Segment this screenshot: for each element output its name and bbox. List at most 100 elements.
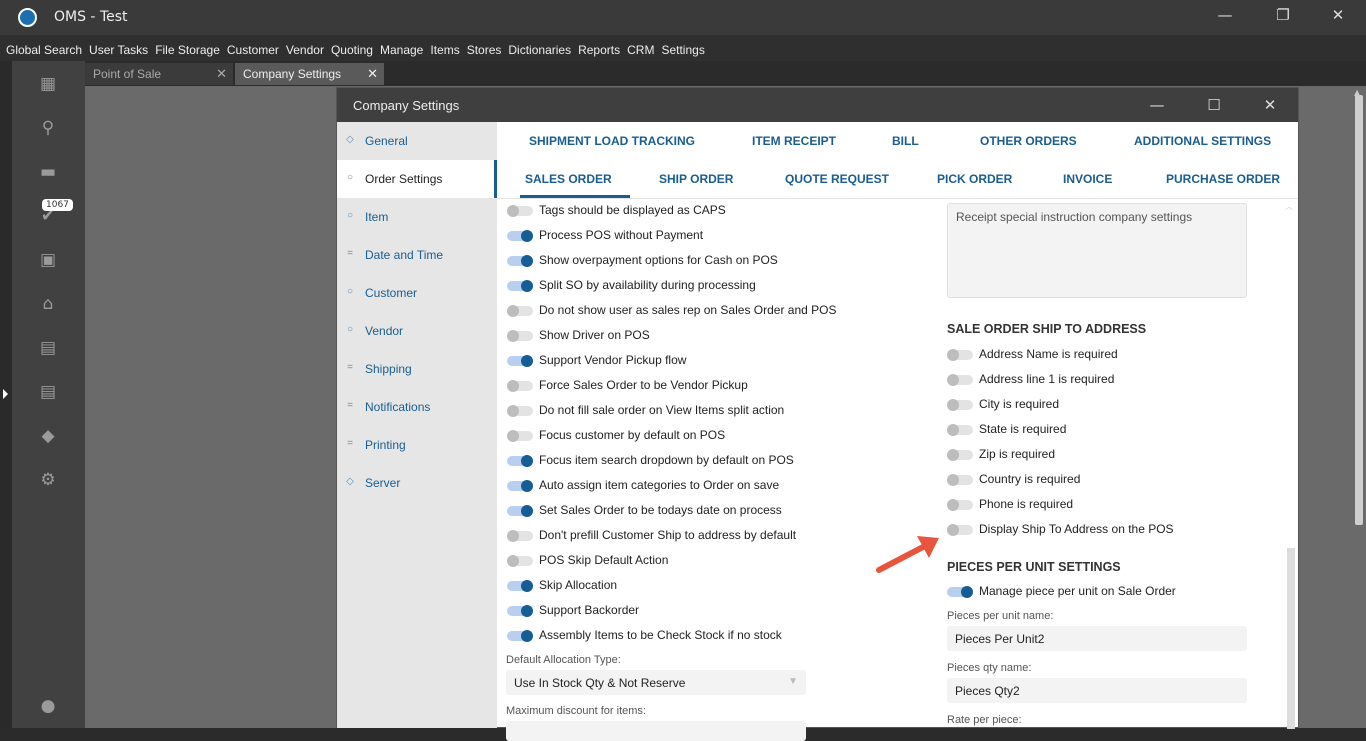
dialog-minimize-button[interactable]: — — [1142, 96, 1172, 114]
menu-item[interactable]: CRM — [627, 35, 654, 61]
toggle-switch[interactable] — [507, 505, 533, 517]
toggle-switch[interactable] — [507, 205, 533, 217]
toggle-switch[interactable] — [507, 555, 533, 567]
dashboard-icon[interactable]: ▦ — [38, 75, 58, 93]
setting-toggle-row[interactable]: Process POS without Payment — [507, 226, 907, 246]
toggle-switch[interactable] — [947, 474, 973, 486]
toggle-switch[interactable] — [507, 405, 533, 417]
menu-item[interactable]: Settings — [661, 35, 704, 61]
menu-item[interactable]: File Storage — [155, 35, 220, 61]
scroll-up-icon[interactable]: ▲ — [1354, 88, 1360, 97]
setting-toggle-row[interactable]: Skip Allocation — [507, 576, 907, 596]
nav-item[interactable]: ○ Order Settings — [337, 160, 497, 198]
ppu-toggle-row[interactable]: Manage piece per unit on Sale Order — [947, 582, 1247, 602]
setting-toggle-row[interactable]: Assembly Items to be Check Stock if no s… — [507, 626, 907, 646]
menu-item[interactable]: Reports — [578, 35, 620, 61]
toggle-switch[interactable] — [947, 399, 973, 411]
setting-toggle-row[interactable]: Auto assign item categories to Order on … — [507, 476, 907, 496]
content-scrollbar[interactable] — [1287, 548, 1295, 729]
toggle-switch[interactable] — [507, 530, 533, 542]
menu-item[interactable]: Customer — [227, 35, 279, 61]
settings-tab[interactable]: QUOTE REQUEST — [785, 172, 889, 186]
tab-company-settings[interactable]: Company Settings ✕ — [235, 63, 384, 85]
settings-tab[interactable]: BILL — [892, 134, 919, 148]
minimize-button[interactable]: — — [1210, 6, 1240, 24]
setting-toggle-row[interactable]: Don't prefill Customer Ship to address b… — [507, 526, 907, 546]
nav-item[interactable]: ○ Customer — [337, 274, 497, 312]
dialog-close-button[interactable]: ✕ — [1255, 96, 1285, 114]
receipt-instructions-textarea[interactable]: Receipt special instruction company sett… — [947, 203, 1247, 298]
toggle-switch[interactable] — [507, 330, 533, 342]
toggle-switch[interactable] — [507, 355, 533, 367]
menu-item[interactable]: Items — [430, 35, 459, 61]
ppu-name-input[interactable]: Pieces Per Unit2 — [947, 626, 1247, 651]
setting-toggle-row[interactable]: Show overpayment options for Cash on POS — [507, 251, 907, 271]
scroll-up-icon[interactable]: ︿ — [1285, 201, 1293, 212]
close-tab-icon[interactable]: ✕ — [216, 63, 227, 85]
menu-item[interactable]: Quoting — [331, 35, 373, 61]
settings-tab[interactable]: ITEM RECEIPT — [752, 134, 836, 148]
settings-tab[interactable]: SALES ORDER — [525, 172, 612, 186]
setting-toggle-row[interactable]: POS Skip Default Action — [507, 551, 907, 571]
setting-toggle-row[interactable]: Force Sales Order to be Vendor Pickup — [507, 376, 907, 396]
setting-toggle-row[interactable]: Support Backorder — [507, 601, 907, 621]
toggle-switch[interactable] — [947, 524, 973, 536]
toggle-switch[interactable] — [507, 580, 533, 592]
nav-item[interactable]: ◇ Server — [337, 464, 497, 502]
workspace-scrollbar[interactable] — [1355, 95, 1363, 525]
max-discount-input[interactable] — [506, 721, 806, 741]
settings-tab[interactable]: SHIP ORDER — [659, 172, 733, 186]
nav-item[interactable]: = Date and Time — [337, 236, 497, 274]
store-icon[interactable]: ⌂ — [38, 295, 58, 313]
tab-point-of-sale[interactable]: Point of Sale ✕ — [85, 63, 233, 85]
setting-toggle-row[interactable]: Do not fill sale order on View Items spl… — [507, 401, 907, 421]
settings-tab[interactable]: ADDITIONAL SETTINGS — [1134, 134, 1271, 148]
setting-toggle-row[interactable]: Support Vendor Pickup flow — [507, 351, 907, 371]
toggle-switch[interactable] — [507, 305, 533, 317]
toggle-switch[interactable] — [507, 455, 533, 467]
settings-tab[interactable]: SHIPMENT LOAD TRACKING — [529, 134, 695, 148]
collapse-strip[interactable] — [0, 61, 12, 728]
menu-item[interactable]: Stores — [467, 35, 502, 61]
setting-toggle-row[interactable]: Show Driver on POS — [507, 326, 907, 346]
clipboard-icon[interactable]: ▤ — [38, 383, 58, 401]
ppu-qty-input[interactable]: Pieces Qty2 — [947, 678, 1247, 703]
ship-to-toggle-row[interactable]: Phone is required — [947, 495, 1247, 515]
settings-tab[interactable]: PURCHASE ORDER — [1166, 172, 1280, 186]
contact-icon[interactable]: ▣ — [38, 251, 58, 269]
settings-tab[interactable]: PICK ORDER — [937, 172, 1012, 186]
menu-item[interactable]: Manage — [380, 35, 423, 61]
folder-icon[interactable]: ▬ — [38, 163, 58, 181]
settings-gear-icon[interactable]: ⚙ — [38, 471, 58, 489]
expand-arrow-icon[interactable] — [3, 389, 8, 399]
nav-item[interactable]: = Notifications — [337, 388, 497, 426]
setting-toggle-row[interactable]: Focus customer by default on POS — [507, 426, 907, 446]
toggle-switch[interactable] — [947, 424, 973, 436]
search-icon[interactable]: ⚲ — [38, 119, 58, 137]
menu-item[interactable]: Vendor — [286, 35, 324, 61]
nav-item[interactable]: ○ Item — [337, 198, 497, 236]
setting-toggle-row[interactable]: Split SO by availability during processi… — [507, 276, 907, 296]
maximize-button[interactable]: ❐ — [1268, 6, 1298, 24]
close-tab-icon[interactable]: ✕ — [367, 63, 378, 85]
ppu-toggle[interactable] — [947, 586, 973, 598]
nav-item[interactable]: = Shipping — [337, 350, 497, 388]
toggle-switch[interactable] — [507, 480, 533, 492]
setting-toggle-row[interactable]: Do not show user as sales rep on Sales O… — [507, 301, 907, 321]
nav-item[interactable]: ◇ General — [337, 122, 497, 160]
nav-item[interactable]: = Printing — [337, 426, 497, 464]
menu-item[interactable]: Dictionaries — [508, 35, 571, 61]
setting-toggle-row[interactable]: Focus item search dropdown by default on… — [507, 451, 907, 471]
nav-item[interactable]: ○ Vendor — [337, 312, 497, 350]
toggle-switch[interactable] — [507, 255, 533, 267]
ship-to-toggle-row[interactable]: Country is required — [947, 470, 1247, 490]
ship-to-toggle-row[interactable]: Zip is required — [947, 445, 1247, 465]
toggle-switch[interactable] — [947, 449, 973, 461]
ship-to-toggle-row[interactable]: Address Name is required — [947, 345, 1247, 365]
ship-to-toggle-row[interactable]: City is required — [947, 395, 1247, 415]
toggle-switch[interactable] — [507, 280, 533, 292]
tag-icon[interactable]: ◆ — [38, 427, 58, 445]
toggle-switch[interactable] — [947, 374, 973, 386]
setting-toggle-row[interactable]: Set Sales Order to be todays date on pro… — [507, 501, 907, 521]
clipboard-question-icon[interactable]: ▤ — [38, 339, 58, 357]
